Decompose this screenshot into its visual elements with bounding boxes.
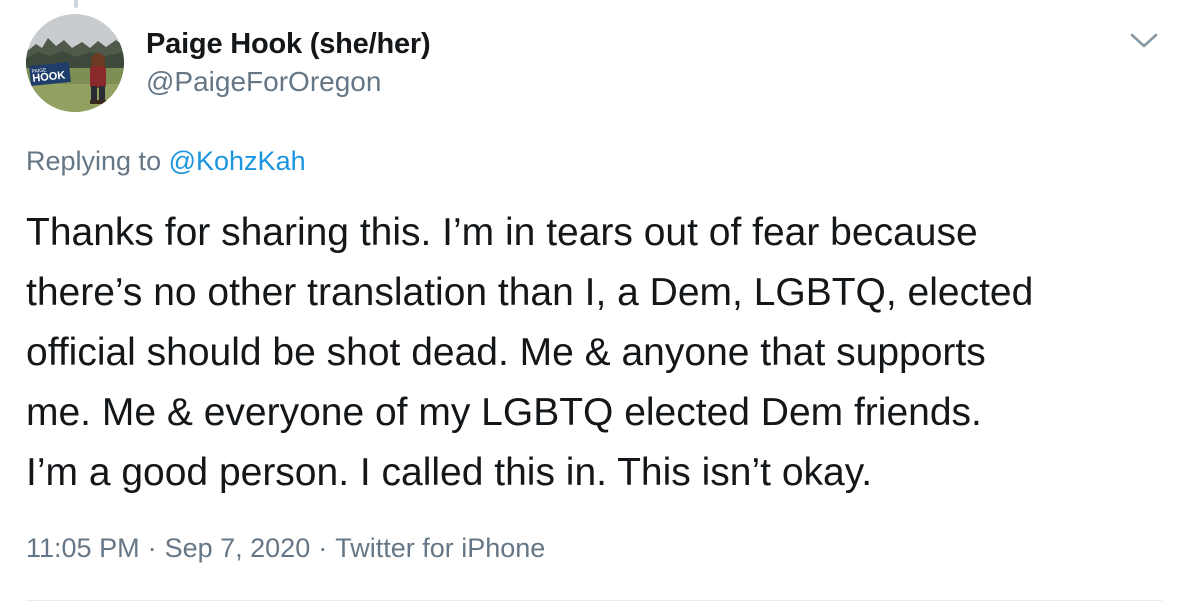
author-handle[interactable]: @PaigeForOregon <box>146 66 381 98</box>
reply-mention-link[interactable]: @KohzKah <box>169 146 306 176</box>
tweet-text-line: I’m a good person. I called this in. Thi… <box>26 451 873 494</box>
reply-context: Replying to @KohzKah <box>26 146 306 177</box>
tweet-timestamp-time[interactable]: 11:05 PM <box>26 533 140 563</box>
divider <box>26 600 1162 601</box>
tweet-text-line: Thanks for sharing this. I’m in tears ou… <box>26 211 978 254</box>
tweet-timestamp-date[interactable]: Sep 7, 2020 <box>165 533 311 563</box>
tweet-text: Thanks for sharing this. I’m in tears ou… <box>26 203 1176 503</box>
tweet-text-line: me. Me & everyone of my LGBTQ elected De… <box>26 391 982 434</box>
more-options-button[interactable] <box>1126 28 1162 52</box>
tweet-metadata: 11:05 PM · Sep 7, 2020 · Twitter for iPhone <box>26 533 545 564</box>
author-display-name[interactable]: Paige Hook (she/her) <box>146 28 431 61</box>
chevron-down-icon <box>1130 33 1158 48</box>
tweet-text-line: there’s no other translation than I, a D… <box>26 271 1034 314</box>
meta-separator: · <box>147 533 157 563</box>
avatar-photo: PAIGE HOOK <box>26 14 124 112</box>
reply-context-prefix: Replying to <box>26 146 162 176</box>
tweet-text-line: official should be shot dead. Me & anyon… <box>26 331 986 374</box>
thread-connector-line <box>74 0 78 8</box>
meta-separator: · <box>318 533 328 563</box>
tweet-source-link[interactable]: Twitter for iPhone <box>335 533 545 563</box>
avatar[interactable]: PAIGE HOOK <box>26 14 124 112</box>
